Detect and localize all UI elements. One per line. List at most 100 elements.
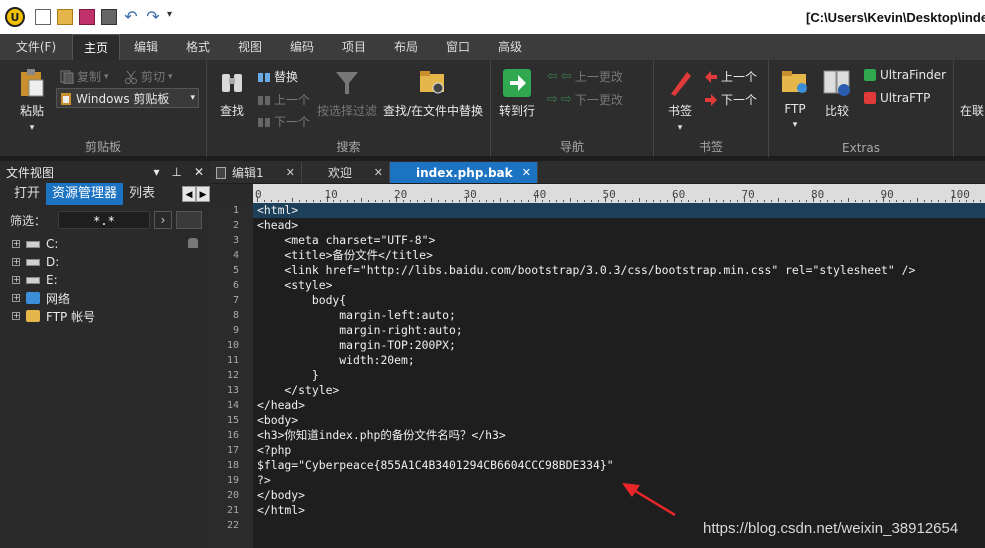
filter-label: 筛选：: [10, 213, 47, 228]
ruler-tick: [576, 200, 578, 202]
menu-encoding[interactable]: 编码: [276, 34, 328, 60]
clipboard-select[interactable]: Windows 剪贴板 ▾: [56, 88, 199, 108]
code-line[interactable]: margin-left:auto;: [253, 308, 985, 323]
ruler-tick: [785, 200, 787, 202]
print-icon[interactable]: [101, 9, 117, 25]
next-change-button[interactable]: ⇨ ⇨ 下一更改: [547, 91, 623, 108]
bookmark-button[interactable]: 书签 ▾: [662, 68, 698, 133]
find-prev-button[interactable]: 上一个: [257, 91, 310, 108]
code-line[interactable]: <meta charset="UTF-8">: [253, 233, 985, 248]
online-button[interactable]: 在联: [960, 102, 984, 119]
prev-bookmark-button[interactable]: 上一个: [704, 68, 757, 85]
code-line[interactable]: <title>备份文件</title>: [253, 248, 985, 263]
find-in-files-button[interactable]: 查找/在文件中替换: [383, 68, 483, 119]
menu-advanced[interactable]: 高级: [484, 34, 536, 60]
menu-view[interactable]: 视图: [224, 34, 276, 60]
open-folder-icon[interactable]: [57, 9, 73, 25]
ruler-tick: [660, 200, 662, 202]
cut-dropdown-icon: ▾: [168, 71, 173, 82]
goto-line-button[interactable]: 转到行: [497, 68, 537, 119]
tree-item-network[interactable]: + 网络: [12, 289, 202, 307]
find-next-button[interactable]: 下一个: [257, 113, 310, 130]
code-line[interactable]: <link href="http://libs.baidu.com/bootst…: [253, 263, 985, 278]
tree-item-c[interactable]: + C:: [12, 235, 202, 253]
tab-open[interactable]: 打开: [0, 183, 46, 205]
cut-button[interactable]: 剪切 ▾: [124, 68, 173, 85]
code-line[interactable]: body{: [253, 293, 985, 308]
code-line[interactable]: margin-TOP:200PX;: [253, 338, 985, 353]
expand-icon[interactable]: +: [12, 258, 20, 266]
code-line[interactable]: <h3>你知道index.php的备份文件名吗？</h3>: [253, 428, 985, 443]
menu-file[interactable]: 文件(F): [0, 34, 72, 60]
code-line[interactable]: <head>: [253, 218, 985, 233]
ruler-tick: [465, 196, 467, 202]
code-line[interactable]: </style>: [253, 383, 985, 398]
code-line[interactable]: }: [253, 368, 985, 383]
find-button[interactable]: 查找: [215, 68, 249, 119]
ruler-tick: [896, 200, 898, 202]
tree-item-ftp[interactable]: + FTP 帐号: [12, 307, 202, 325]
bookmarks-group: 书签 ▾ 上一个 下一个 书签: [654, 60, 769, 157]
filter-go-icon[interactable]: ›: [154, 211, 172, 229]
menu-window[interactable]: 窗口: [432, 34, 484, 60]
code-editor[interactable]: <html> <head> <meta charset="UTF-8"> <tit…: [253, 203, 985, 548]
tab-edit1[interactable]: 编辑1 ✕: [210, 162, 302, 183]
menu-layout[interactable]: 布局: [380, 34, 432, 60]
code-line[interactable]: <style>: [253, 278, 985, 293]
code-line[interactable]: </html>: [253, 503, 985, 518]
next-bookmark-button[interactable]: 下一个: [704, 91, 757, 108]
close-tab-icon[interactable]: ✕: [522, 166, 531, 179]
ultrafinder-button[interactable]: UltraFinder: [863, 68, 946, 82]
tab-index-php-bak[interactable]: index.php.bak ✕: [390, 162, 538, 183]
folder-browse-icon[interactable]: [176, 211, 202, 229]
close-tab-icon[interactable]: ✕: [374, 166, 383, 179]
expand-icon[interactable]: +: [12, 276, 20, 284]
close-tab-icon[interactable]: ✕: [286, 166, 295, 179]
ruler-tick: [541, 200, 543, 202]
ftp-button[interactable]: FTP ▾: [777, 68, 813, 130]
expand-icon[interactable]: +: [12, 294, 20, 302]
tree-item-d[interactable]: + D:: [12, 253, 202, 271]
menu-project[interactable]: 项目: [328, 34, 380, 60]
pin-icon[interactable]: ⊥: [171, 165, 181, 179]
panel-dropdown-icon[interactable]: ▾: [153, 165, 159, 179]
tab-list[interactable]: 列表: [123, 183, 161, 205]
customize-dropdown-icon[interactable]: ▾: [167, 9, 183, 25]
undo-icon[interactable]: ↶: [123, 9, 139, 25]
copy-button[interactable]: 复制 ▾: [60, 68, 109, 85]
scroll-right-icon[interactable]: ▶: [196, 186, 210, 202]
expand-icon[interactable]: +: [12, 240, 20, 248]
code-line[interactable]: <body>: [253, 413, 985, 428]
close-icon[interactable]: ✕: [194, 165, 204, 179]
new-file-icon[interactable]: [35, 9, 51, 25]
compare-button[interactable]: 比较: [819, 68, 855, 119]
replace-icon: [258, 72, 270, 82]
code-line[interactable]: </head>: [253, 398, 985, 413]
save-icon[interactable]: [79, 9, 95, 25]
code-line[interactable]: ?>: [253, 473, 985, 488]
menu-edit[interactable]: 编辑: [120, 34, 172, 60]
paste-button[interactable]: 粘贴 ▾: [14, 68, 50, 133]
menu-home[interactable]: 主页: [72, 34, 120, 60]
code-line[interactable]: </body>: [253, 488, 985, 503]
expand-icon[interactable]: +: [12, 312, 20, 320]
tab-explorer[interactable]: 资源管理器: [46, 183, 124, 205]
filter-selection-button[interactable]: 按选择过滤: [315, 68, 379, 119]
scroll-left-icon[interactable]: ◀: [182, 186, 196, 202]
tab-welcome[interactable]: 欢迎 ✕: [302, 162, 390, 183]
filter-input[interactable]: *.*: [58, 211, 150, 229]
code-line[interactable]: <?php: [253, 443, 985, 458]
prev-change-button[interactable]: ⇦ ⇦ 上一更改: [547, 68, 623, 85]
code-line[interactable]: <html>: [253, 203, 985, 218]
ruler-tick: [674, 196, 675, 202]
code-line[interactable]: $flag="Cyberpeace{855A1C4B3401294CB6604C…: [253, 458, 985, 473]
tree-item-e[interactable]: + E:: [12, 271, 202, 289]
code-line[interactable]: width:20em;: [253, 353, 985, 368]
code-line[interactable]: margin-right:auto;: [253, 323, 985, 338]
menu-format[interactable]: 格式: [172, 34, 224, 60]
ultraftp-button[interactable]: UltraFTP: [863, 91, 930, 105]
ruler-tick: [882, 196, 884, 202]
app-logo-icon[interactable]: U: [5, 7, 25, 27]
redo-icon[interactable]: ↷: [145, 9, 161, 25]
replace-button[interactable]: 替换: [257, 68, 298, 85]
